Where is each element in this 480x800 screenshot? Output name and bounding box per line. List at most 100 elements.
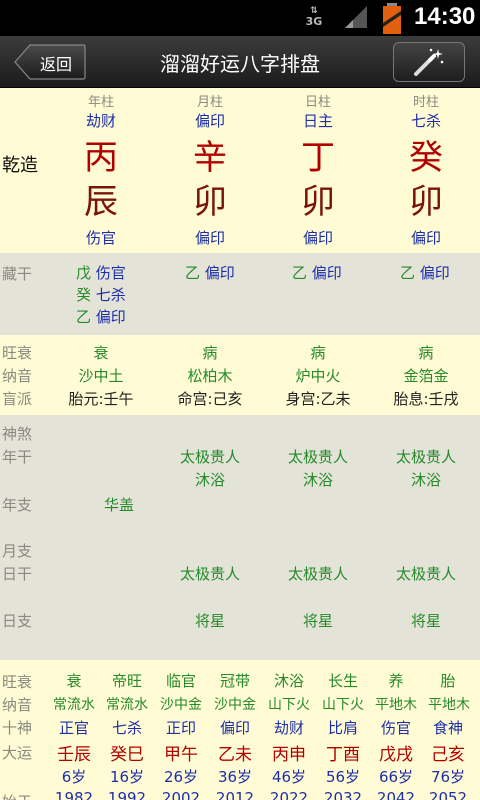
nayin-value: 金箔金 [403, 367, 449, 385]
wangshuai-value: 病 [310, 344, 326, 362]
heavenly-stem: 癸 [409, 138, 443, 178]
row-label-niangan: 年干 [2, 448, 33, 466]
dayun-ganzhi: 戊戌 [379, 745, 413, 765]
row-label-shensha: 神煞 [2, 425, 33, 443]
nayin-value: 沙中土 [78, 367, 124, 385]
shensha-section: 神煞 年干 年支 月支 日干 日支 太极贵人 太极贵人 太极贵人 沐浴 沐浴 沐… [0, 415, 480, 660]
shensha-entry: 将星 [302, 612, 333, 630]
mangpai-value: 命宫:己亥 [177, 390, 243, 408]
dayun-shishen: 偏印 [219, 719, 250, 737]
row-label-dy-nayin: 纳音 [2, 696, 33, 714]
heavenly-stem: 辛 [193, 138, 227, 178]
branch-god: 伤官 [85, 229, 116, 247]
dayun-wangshuai: 衰 [66, 672, 82, 690]
shensha-entry: 沐浴 [194, 471, 225, 489]
stem-god: 劫财 [85, 112, 116, 130]
title-bar: 返回 溜溜好运八字排盘 [0, 36, 480, 88]
pillar-name: 日柱 [304, 95, 331, 110]
dayun-year: 2012 [215, 789, 255, 800]
wangshuai-value: 病 [202, 344, 218, 362]
network-3g-icon: ⇅ 3G [303, 6, 325, 32]
earthly-branch: 卯 [409, 182, 443, 222]
row-label-mangpai: 盲派 [2, 390, 33, 408]
dayun-year: 2052 [428, 789, 468, 800]
magic-wand-button[interactable] [393, 42, 465, 82]
dayun-ganzhi: 壬辰 [57, 745, 91, 765]
row-label-wangshuai: 旺衰 [2, 344, 33, 362]
row-label-nayin: 纳音 [2, 367, 33, 385]
dayun-age: 26岁 [163, 768, 199, 786]
dayun-ganzhi: 癸巳 [110, 745, 144, 765]
shensha-entry: 将星 [410, 612, 441, 630]
shensha-entry: 太极贵人 [395, 448, 456, 466]
pillar-name: 月柱 [196, 95, 223, 110]
pillar-name: 年柱 [87, 95, 114, 110]
dayun-age: 16岁 [109, 768, 145, 786]
dayun-year: 2022 [269, 789, 309, 800]
dayun-wangshuai: 沐浴 [273, 672, 304, 690]
shensha-entry: 将星 [194, 612, 225, 630]
dayun-year: 2042 [376, 789, 416, 800]
earthly-branch: 卯 [193, 182, 227, 222]
shensha-entry: 沐浴 [410, 471, 441, 489]
dayun-ganzhi: 甲午 [164, 745, 198, 765]
magic-wand-icon [414, 48, 444, 76]
dayun-nayin: 沙中金 [214, 697, 256, 713]
dayun-age: 56岁 [325, 768, 361, 786]
dayun-age: 36岁 [217, 768, 253, 786]
dayun-ganzhi: 丙申 [272, 745, 306, 765]
dayun-shishen: 伤官 [380, 719, 411, 737]
shensha-entry: 太极贵人 [287, 565, 348, 583]
dayun-wangshuai: 帝旺 [111, 672, 142, 690]
dayun-wangshuai: 冠带 [219, 672, 250, 690]
network-label: 3G [305, 15, 323, 28]
stem-god: 七杀 [410, 112, 441, 130]
row-label-dayun: 大运 [2, 744, 33, 762]
row-label-shiyun: 始于 [2, 791, 32, 800]
stem-god: 偏印 [194, 112, 225, 130]
earthly-branch: 卯 [301, 182, 335, 222]
branch-god: 偏印 [194, 229, 225, 247]
dayun-ganzhi: 丁酉 [326, 745, 360, 765]
battery-icon [383, 3, 401, 34]
shensha-entry: 太极贵人 [287, 448, 348, 466]
hidden-stem-entry: 乙 偏印 [400, 264, 450, 282]
nayin-value: 松柏木 [187, 367, 233, 385]
earthly-branch: 辰 [84, 182, 118, 222]
dayun-nayin: 常流水 [53, 697, 95, 713]
dayun-wangshuai: 长生 [327, 672, 358, 690]
row-label-dy-wangshuai: 旺衰 [2, 673, 33, 691]
dayun-age: 6岁 [61, 768, 87, 786]
row-label-nianzhi: 年支 [2, 496, 33, 514]
dayun-year: 1992 [107, 789, 147, 800]
hidden-stem-entry: 乙 偏印 [76, 308, 126, 326]
shensha-entry: 华盖 [103, 496, 134, 514]
dayun-age: 46岁 [271, 768, 307, 786]
shensha-entry: 沐浴 [302, 471, 333, 489]
dayun-age: 76岁 [430, 768, 466, 786]
dayun-nayin: 山下火 [322, 697, 364, 713]
hidden-stem-entry: 乙 偏印 [292, 264, 342, 282]
hidden-stem-entry: 癸 七杀 [76, 286, 126, 304]
wangshuai-value: 病 [418, 344, 434, 362]
dayun-nayin: 山下火 [268, 697, 310, 713]
dayun-year: 1982 [54, 789, 94, 800]
dayun-nayin: 平地木 [375, 697, 417, 713]
pillar-name: 时柱 [412, 95, 439, 110]
wangshuai-value: 衰 [93, 344, 109, 362]
stem-god: 日主 [302, 112, 333, 130]
row-label-rizhi: 日支 [2, 612, 33, 630]
nayin-section: 旺衰 纳音 盲派 衰 病 病 病 沙中土 松柏木 炉中火 金箔金 胎元:壬午 命… [0, 335, 480, 415]
dayun-wangshuai: 养 [388, 672, 404, 690]
dayun-year: 2002 [161, 789, 201, 800]
dayun-ganzhi: 己亥 [431, 745, 465, 765]
dayun-shishen: 比肩 [327, 719, 358, 737]
branch-god: 偏印 [302, 229, 333, 247]
dayun-nayin: 沙中金 [160, 697, 202, 713]
shensha-entry: 太极贵人 [179, 565, 240, 583]
signal-icon [345, 6, 367, 28]
shensha-entry: 太极贵人 [395, 565, 456, 583]
dayun-nayin: 常流水 [106, 697, 148, 713]
dayun-ganzhi: 乙未 [218, 745, 252, 765]
gender-label: 乾造 [2, 155, 38, 176]
